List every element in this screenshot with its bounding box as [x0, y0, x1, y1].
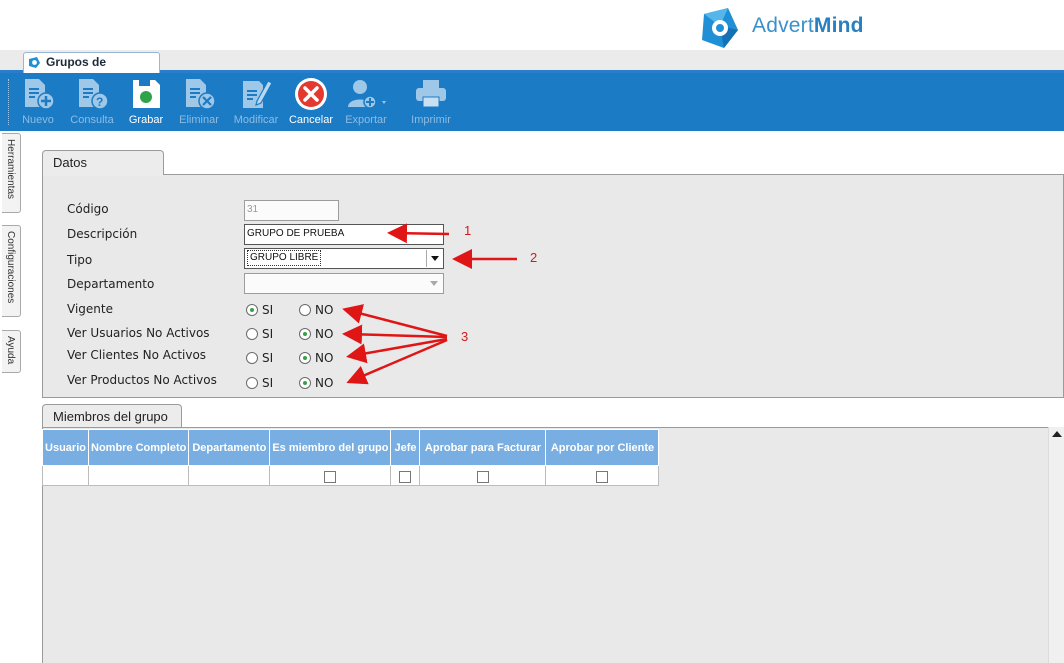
annotation-arrow-3b: [342, 324, 448, 345]
annotation-arrow-3a: [342, 304, 448, 338]
annotation-3: 3: [461, 329, 469, 344]
annotation-arrow-1: [387, 223, 450, 244]
annotation-arrow-3d: [346, 338, 448, 385]
annotation-1: 1: [464, 223, 472, 238]
annotation-arrows: [342, 223, 517, 385]
annotation-2: 2: [530, 250, 538, 265]
